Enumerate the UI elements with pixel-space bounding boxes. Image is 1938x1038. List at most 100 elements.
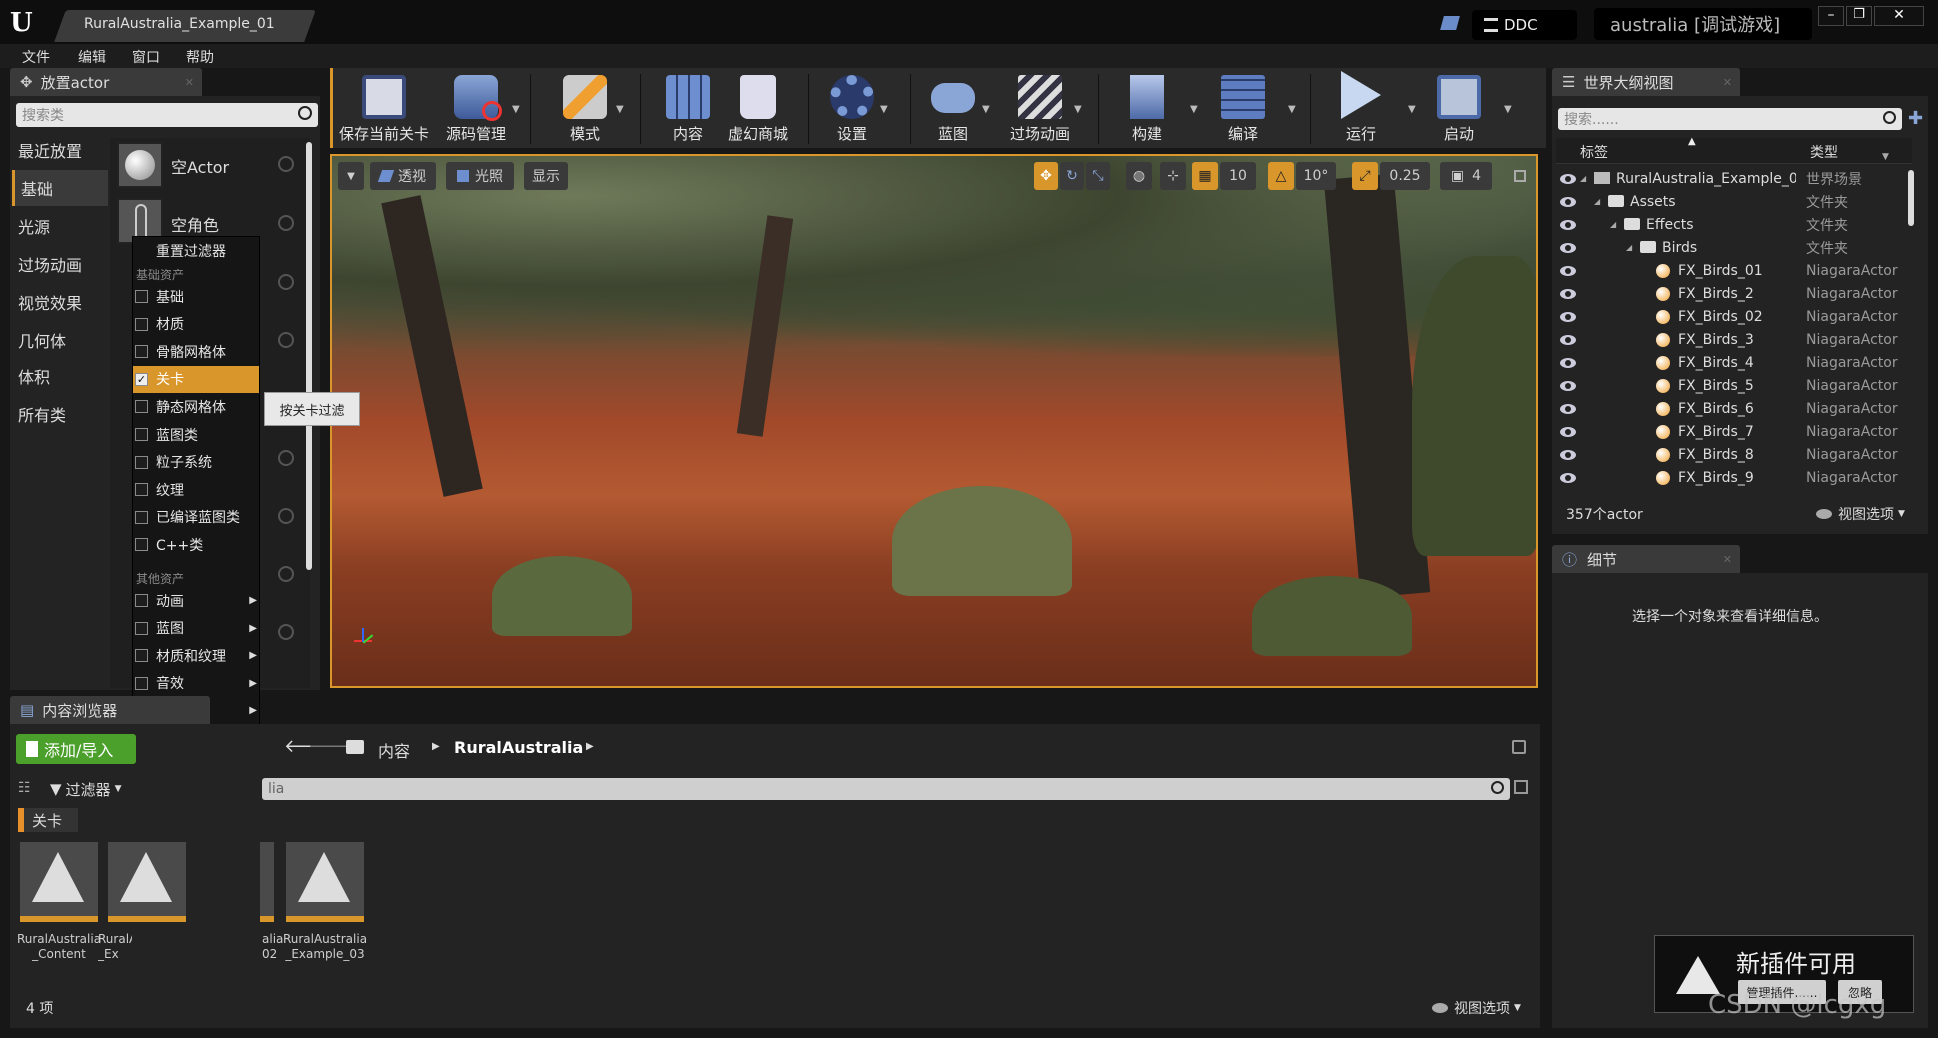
eye-icon[interactable] bbox=[1560, 288, 1576, 299]
outliner-scrollbar[interactable] bbox=[1908, 170, 1914, 226]
play-button[interactable]: 运行 bbox=[1326, 71, 1396, 144]
checkbox[interactable] bbox=[135, 538, 148, 552]
outliner-search[interactable]: 搜索...... bbox=[1558, 108, 1902, 130]
filter-item[interactable]: 基础 bbox=[133, 283, 259, 310]
translate-tool[interactable]: ✥ bbox=[1034, 162, 1058, 190]
asset-thumbnail[interactable] bbox=[286, 842, 364, 922]
scale-tool[interactable]: ⤡ bbox=[1086, 162, 1110, 190]
checkbox[interactable]: ✓ bbox=[135, 372, 148, 386]
chevron-down-icon[interactable]: ▼ bbox=[1504, 104, 1512, 115]
checkbox[interactable] bbox=[135, 510, 148, 524]
checkbox[interactable] bbox=[135, 428, 148, 441]
help-icon[interactable] bbox=[278, 508, 294, 524]
category-volumes[interactable]: 体积 bbox=[12, 358, 108, 394]
filter-item[interactable]: 已编译蓝图类 bbox=[133, 504, 259, 531]
checkbox[interactable] bbox=[135, 345, 148, 359]
eye-icon[interactable] bbox=[1560, 265, 1576, 276]
chevron-down-icon[interactable]: ▼ bbox=[982, 104, 990, 115]
eye-icon[interactable] bbox=[1560, 472, 1576, 483]
asset-thumbnail[interactable] bbox=[260, 842, 274, 922]
active-filter-level[interactable]: 关卡 bbox=[18, 808, 78, 832]
chevron-down-icon[interactable]: ▼ bbox=[1408, 104, 1416, 115]
outliner-row[interactable]: FX_Birds_4 NiagaraActor bbox=[1556, 351, 1908, 374]
eye-icon[interactable] bbox=[1560, 196, 1576, 207]
expand-arrow-icon[interactable]: ◢ bbox=[1626, 243, 1632, 252]
eye-icon[interactable] bbox=[1560, 403, 1576, 414]
eye-icon[interactable] bbox=[1560, 334, 1576, 345]
outliner-row[interactable]: ◢ Birds 文件夹 bbox=[1556, 236, 1908, 259]
checkbox[interactable] bbox=[135, 676, 148, 690]
checkbox[interactable] bbox=[135, 649, 148, 663]
eye-icon[interactable] bbox=[1560, 449, 1576, 460]
save-level-button[interactable]: 保存当前关卡 bbox=[336, 72, 432, 144]
filter-item[interactable]: 静态网格体 bbox=[133, 393, 259, 420]
eye-icon[interactable] bbox=[1560, 357, 1576, 368]
actor-list-scrollbar[interactable] bbox=[306, 142, 312, 570]
chevron-down-icon[interactable]: ▼ bbox=[1074, 104, 1082, 115]
chevron-down-icon[interactable]: ▼ bbox=[1190, 104, 1198, 115]
filter-item[interactable]: C++类 bbox=[133, 531, 259, 558]
column-type[interactable]: 类型 bbox=[1810, 142, 1838, 162]
help-icon[interactable] bbox=[278, 156, 294, 172]
filter-submenu-item[interactable]: 动画 ▶ bbox=[133, 587, 259, 614]
rotation-snap-value[interactable]: 10° bbox=[1296, 162, 1336, 190]
close-button[interactable]: ✕ bbox=[1874, 6, 1924, 26]
help-icon[interactable] bbox=[278, 215, 294, 231]
filter-item[interactable]: ✓ 关卡 bbox=[133, 365, 259, 393]
filter-item[interactable]: 粒子系统 bbox=[133, 449, 259, 476]
category-cinematic[interactable]: 过场动画 bbox=[12, 246, 108, 282]
unreal-logo[interactable]: U bbox=[10, 8, 38, 38]
show-button[interactable]: 显示 bbox=[524, 162, 568, 190]
settings-button[interactable]: 设置 bbox=[816, 72, 888, 144]
content-search-input[interactable]: lia bbox=[262, 778, 1510, 800]
filter-submenu-item[interactable]: 音效 ▶ bbox=[133, 670, 259, 697]
menu-edit[interactable]: 编辑 bbox=[78, 47, 106, 67]
launch-button[interactable]: 启动 bbox=[1424, 72, 1494, 144]
filters-button[interactable]: ▼ 过滤器 ▼ bbox=[50, 778, 121, 800]
cinematics-button[interactable]: 过场动画 bbox=[1000, 72, 1080, 144]
camera-speed[interactable]: ▣ 4 bbox=[1440, 162, 1492, 190]
asset-thumbnail[interactable] bbox=[20, 842, 98, 922]
menu-window[interactable]: 窗口 bbox=[132, 47, 160, 67]
category-basic[interactable]: 基础 bbox=[12, 170, 108, 206]
marketplace-button[interactable]: 虚幻商城 bbox=[722, 72, 794, 144]
outliner-row[interactable]: FX_Birds_5 NiagaraActor bbox=[1556, 374, 1908, 397]
menu-help[interactable]: 帮助 bbox=[186, 47, 214, 67]
outliner-row[interactable]: FX_Birds_7 NiagaraActor bbox=[1556, 420, 1908, 443]
eye-icon[interactable] bbox=[1560, 426, 1576, 437]
category-recent[interactable]: 最近放置 bbox=[12, 132, 108, 168]
filter-item[interactable]: 纹理 bbox=[133, 476, 259, 503]
column-label[interactable]: 标签 bbox=[1580, 142, 1608, 162]
category-all-classes[interactable]: 所有类 bbox=[12, 396, 108, 432]
checkbox[interactable] bbox=[135, 621, 148, 635]
ddc-button[interactable]: DDC bbox=[1472, 10, 1577, 40]
viewport-options-button[interactable]: ▼ bbox=[338, 162, 364, 190]
tab-close-icon[interactable]: ✕ bbox=[185, 76, 194, 89]
tab-world-outliner[interactable]: ☰ 世界大纲视图 ✕ bbox=[1552, 68, 1740, 96]
checkbox[interactable] bbox=[135, 317, 148, 331]
outliner-row[interactable]: ◢ RuralAustralia_Example_01 世界场景 bbox=[1556, 167, 1908, 190]
eye-icon[interactable] bbox=[1560, 311, 1576, 322]
save-search-icon[interactable] bbox=[1514, 780, 1528, 794]
chevron-down-icon[interactable]: ▼ bbox=[616, 104, 624, 115]
category-lights[interactable]: 光源 bbox=[12, 208, 108, 244]
help-icon[interactable] bbox=[278, 450, 294, 466]
tab-close-icon[interactable]: ✕ bbox=[1723, 553, 1732, 566]
checkbox[interactable] bbox=[135, 290, 148, 303]
maximize-viewport-icon[interactable] bbox=[1514, 170, 1526, 182]
asset-thumbnail[interactable] bbox=[108, 842, 186, 922]
help-icon[interactable] bbox=[278, 624, 294, 640]
checkbox[interactable] bbox=[135, 455, 148, 469]
build-button[interactable]: 构建 bbox=[1112, 72, 1182, 144]
checkbox[interactable] bbox=[135, 594, 148, 607]
sources-toggle-icon[interactable]: ☷ bbox=[18, 780, 36, 796]
add-import-button[interactable]: 添加/导入 bbox=[16, 734, 136, 764]
filter-submenu-item[interactable]: 蓝图 ▶ bbox=[133, 615, 259, 642]
scale-snap-toggle[interactable]: ⤢ bbox=[1352, 162, 1378, 190]
category-geometry[interactable]: 几何体 bbox=[12, 322, 108, 358]
grid-snap-value[interactable]: 10 bbox=[1220, 162, 1256, 190]
chevron-down-icon[interactable]: ▼ bbox=[1882, 152, 1889, 162]
level-viewport[interactable] bbox=[330, 154, 1538, 688]
perspective-button[interactable]: 透视 bbox=[370, 162, 436, 190]
place-actor-search[interactable]: 搜索类 bbox=[16, 103, 318, 127]
